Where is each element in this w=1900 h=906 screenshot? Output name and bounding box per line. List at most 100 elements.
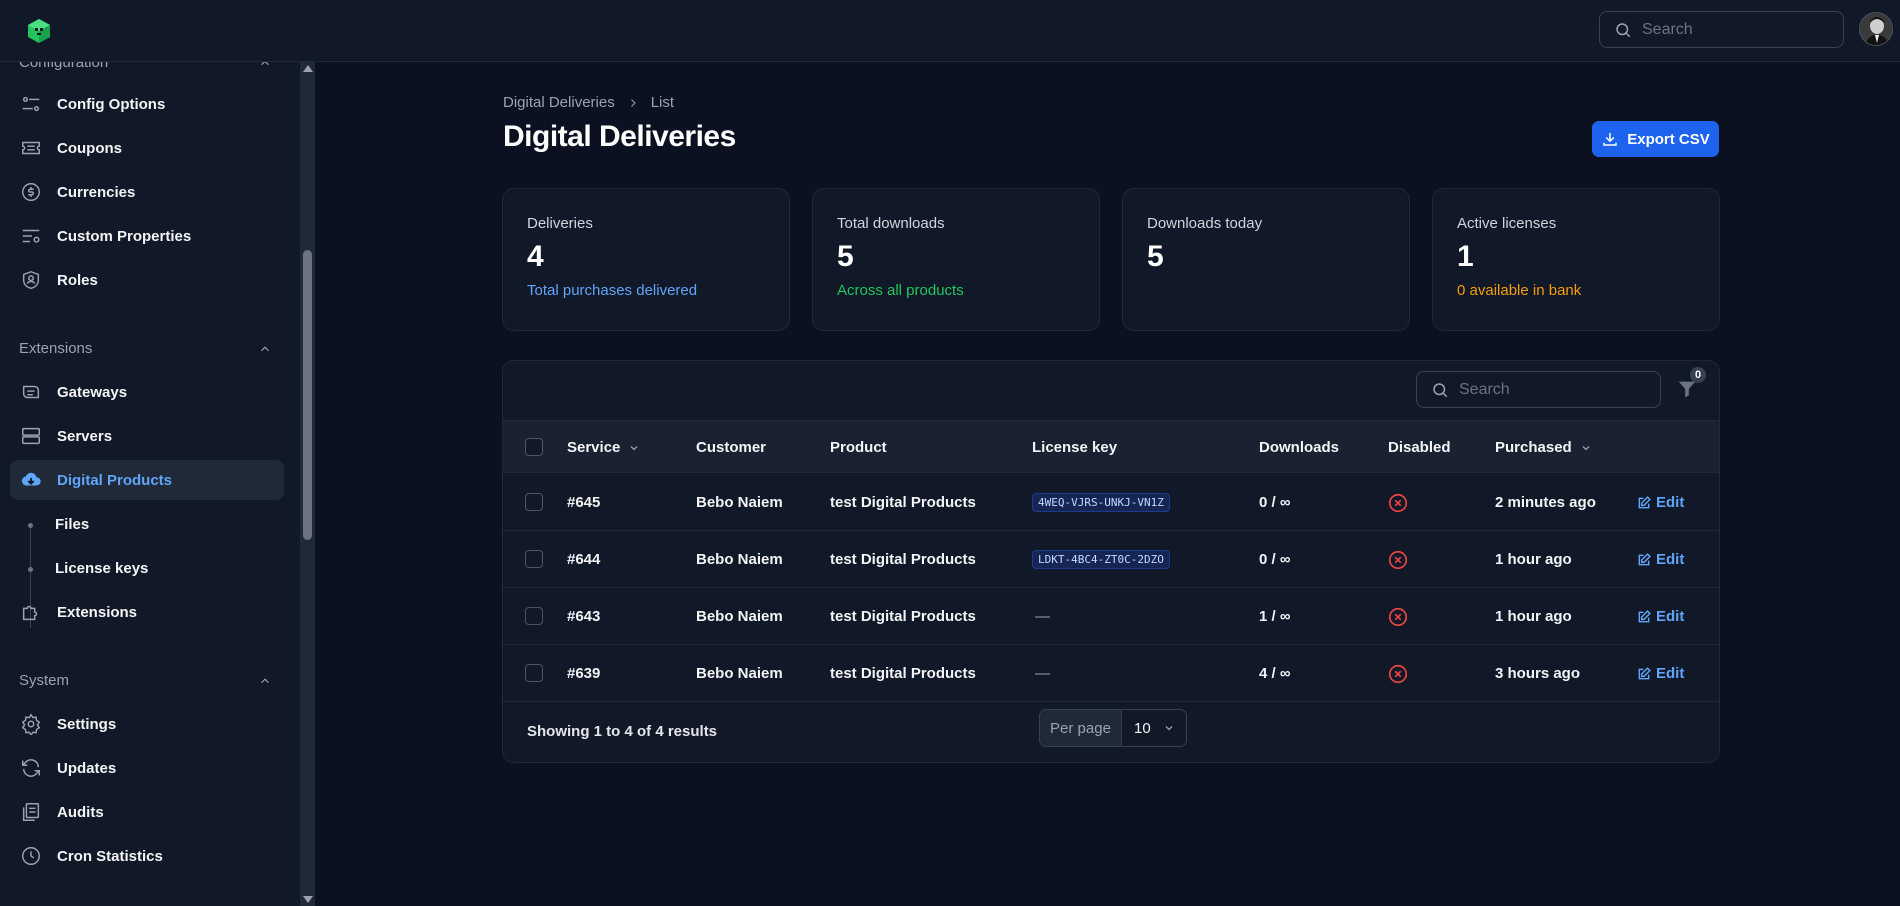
- cell-purchased: 1 hour ago: [1495, 608, 1572, 625]
- sidebar-item-cron-statistics[interactable]: Cron Statistics: [10, 836, 284, 876]
- search-icon: [1433, 382, 1448, 397]
- chevron-up-icon[interactable]: [258, 674, 272, 688]
- stat-label: Deliveries: [527, 215, 593, 232]
- stat-value: 5: [1147, 240, 1164, 273]
- sidebar-item-settings[interactable]: Settings: [10, 704, 284, 744]
- stat-card-deliveries: Deliveries 4 Total purchases delivered: [502, 188, 790, 331]
- chevron-down-icon: [630, 445, 638, 450]
- row-checkbox[interactable]: [525, 664, 543, 682]
- cell-customer: Bebo Naiem: [696, 665, 783, 682]
- cell-purchased: 2 minutes ago: [1495, 494, 1596, 511]
- column-header-purchased[interactable]: Purchased: [1495, 421, 1592, 474]
- stat-card-downloads-today: Downloads today 5: [1122, 188, 1410, 331]
- x-circle-icon: [1388, 607, 1408, 626]
- cell-purchased: 3 hours ago: [1495, 665, 1581, 682]
- row-checkbox[interactable]: [525, 550, 543, 568]
- table-search-input[interactable]: Search: [1416, 371, 1661, 408]
- sidebar-item-config-options[interactable]: Config Options: [10, 84, 284, 124]
- cell-service: #643: [567, 608, 601, 625]
- breadcrumb-current: List: [650, 94, 675, 111]
- column-header-label: Service: [567, 439, 621, 456]
- column-header-label: Purchased: [1495, 439, 1572, 456]
- row-checkbox[interactable]: [525, 607, 543, 625]
- sidebar-item-audits[interactable]: Audits: [10, 792, 284, 832]
- breadcrumb-parent-link[interactable]: Digital Deliveries: [503, 94, 615, 111]
- breadcrumb: Digital Deliveries List: [503, 94, 674, 111]
- edit-button[interactable]: Edit: [1637, 531, 1684, 588]
- select-all-checkbox[interactable]: [525, 438, 543, 456]
- column-header-downloads: Downloads: [1259, 439, 1340, 456]
- sidebar-item-currencies[interactable]: Currencies: [10, 172, 284, 212]
- edit-button[interactable]: Edit: [1637, 645, 1684, 702]
- sidebar-item-label: Digital Products: [57, 471, 173, 489]
- ticket-icon: [22, 141, 40, 155]
- column-header-service[interactable]: Service: [567, 421, 640, 474]
- stat-label: Total downloads: [837, 215, 945, 232]
- chevron-up-icon[interactable]: [258, 62, 272, 70]
- stat-value: 5: [837, 240, 854, 273]
- pagination-summary: Showing 1 to 4 of 4 results: [527, 723, 718, 740]
- gear-icon: [21, 713, 41, 735]
- sidebar-item-custom-properties[interactable]: Custom Properties: [10, 216, 284, 256]
- cell-downloads: 4 / ∞: [1259, 665, 1291, 682]
- app-logo-icon[interactable]: [26, 18, 52, 44]
- sidebar-item-label: Audits: [57, 803, 104, 821]
- per-page-select[interactable]: Per page 10: [1039, 709, 1187, 747]
- edit-icon: [1638, 666, 1651, 679]
- sidebar-item-updates[interactable]: Updates: [10, 748, 284, 788]
- x-circle-icon: [1388, 493, 1408, 512]
- global-search-input[interactable]: Search: [1599, 11, 1844, 48]
- sidebar-item-files[interactable]: Files: [10, 504, 284, 544]
- cell-product: test Digital Products: [830, 551, 976, 568]
- cell-license-key-empty: —: [1035, 665, 1050, 682]
- stat-description: Total purchases delivered: [527, 282, 698, 299]
- sidebar-item-label: Roles: [57, 271, 98, 289]
- deliveries-table-card: Search 0 Service Customer Product Licens…: [502, 360, 1720, 763]
- stat-description: 0 available in bank: [1457, 282, 1582, 299]
- sidebar-item-label: Custom Properties: [57, 227, 192, 245]
- group-title-configuration: Configuration: [19, 62, 109, 71]
- export-csv-button[interactable]: Export CSV: [1592, 121, 1719, 157]
- cell-customer: Bebo Naiem: [696, 608, 783, 625]
- currency-icon: [22, 183, 40, 201]
- sidebar-item-extensions[interactable]: Extensions: [10, 592, 284, 632]
- per-page-value[interactable]: 10: [1122, 710, 1186, 746]
- server-icon: [22, 427, 40, 445]
- search-placeholder: Search: [1642, 20, 1693, 38]
- sidebar-item-servers[interactable]: Servers: [10, 416, 284, 456]
- table-header: Service Customer Product License key Dow…: [503, 420, 1719, 474]
- group-title-extensions: Extensions: [19, 340, 93, 357]
- export-csv-label: Export CSV: [1627, 130, 1710, 148]
- sliders-icon: [22, 96, 40, 112]
- sidebar: Configuration Config Options Coupons Cur…: [0, 62, 300, 906]
- sidebar-scrollbar[interactable]: [300, 62, 315, 906]
- x-circle-icon: [1388, 550, 1408, 569]
- row-checkbox[interactable]: [525, 493, 543, 511]
- sidebar-item-license-keys[interactable]: License keys: [10, 548, 284, 588]
- cell-product: test Digital Products: [830, 665, 976, 682]
- edit-button[interactable]: Edit: [1637, 588, 1684, 645]
- license-key-badge: 4WEQ-VJRS-UNKJ-VN1Z: [1032, 493, 1170, 512]
- search-icon: [1616, 22, 1631, 37]
- page-title: Digital Deliveries: [503, 120, 736, 153]
- sidebar-item-gateways[interactable]: Gateways: [10, 372, 284, 412]
- stat-card-active-licenses: Active licenses 1 0 available in bank: [1432, 188, 1720, 331]
- group-title-system: System: [19, 672, 70, 689]
- scroll-up-arrow-icon[interactable]: [303, 65, 313, 72]
- sidebar-item-label: Settings: [57, 715, 117, 733]
- shield-user-icon: [22, 270, 40, 290]
- stat-description: Across all products: [837, 282, 964, 299]
- chevron-up-icon[interactable]: [258, 342, 272, 356]
- user-avatar[interactable]: [1859, 12, 1893, 46]
- scrollbar-thumb[interactable]: [303, 250, 312, 540]
- edit-button[interactable]: Edit: [1637, 474, 1684, 531]
- column-header-license-key: License key: [1032, 439, 1118, 456]
- sidebar-item-digital-products[interactable]: Digital Products: [10, 460, 284, 500]
- scroll-down-arrow-icon[interactable]: [303, 896, 313, 903]
- sidebar-item-label: Extensions: [57, 603, 138, 621]
- sidebar-item-roles[interactable]: Roles: [10, 260, 284, 300]
- sidebar-item-coupons[interactable]: Coupons: [10, 128, 284, 168]
- stat-value: 4: [527, 240, 544, 273]
- cell-customer: Bebo Naiem: [696, 494, 783, 511]
- gateway-icon: [22, 385, 40, 399]
